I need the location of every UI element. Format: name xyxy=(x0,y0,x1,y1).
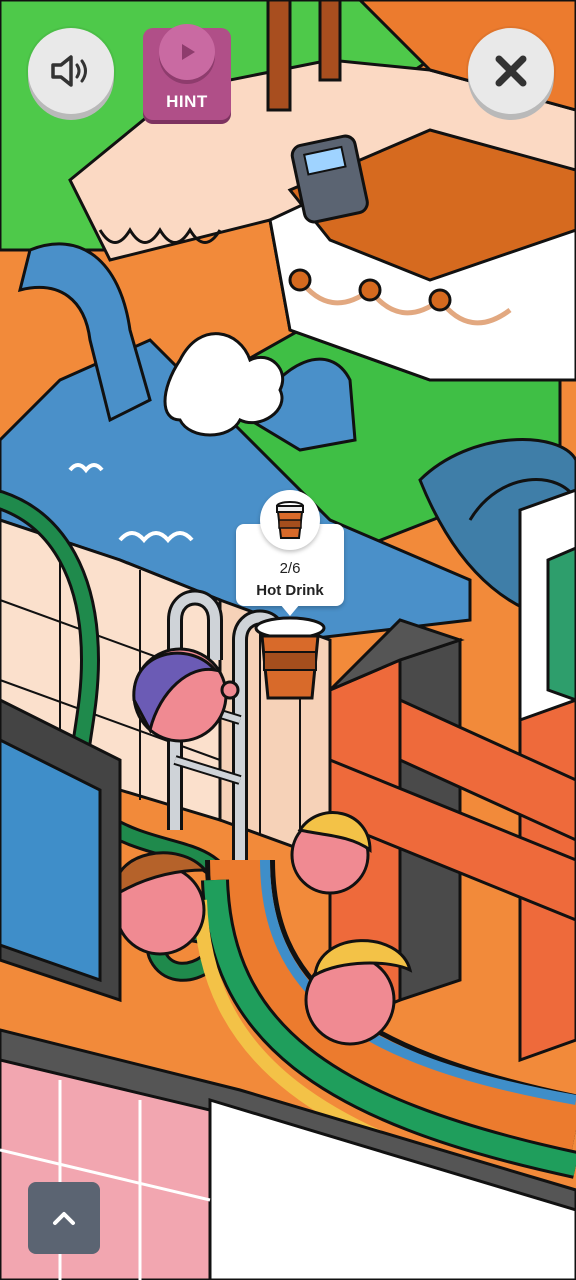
sound-button[interactable] xyxy=(28,28,114,114)
chevron-up-icon xyxy=(53,1212,75,1225)
hint-button[interactable]: HINT xyxy=(143,24,231,120)
target-name: Hot Drink xyxy=(256,582,324,599)
target-progress: 2/6 xyxy=(279,560,301,577)
scroll-up-button[interactable] xyxy=(28,1182,100,1254)
play-icon xyxy=(182,44,195,60)
hot-drink-object xyxy=(254,616,326,700)
game-scene[interactable] xyxy=(0,0,576,1280)
target-tooltip[interactable]: 2/6 Hot Drink xyxy=(236,490,344,616)
kid-head-3 xyxy=(113,851,209,956)
target-icon-badge xyxy=(260,490,320,550)
close-button[interactable] xyxy=(468,28,554,114)
hint-play-circle xyxy=(159,24,215,80)
kid-head-1 xyxy=(290,811,372,895)
close-icon xyxy=(495,55,527,87)
tooltip-arrow xyxy=(280,604,300,616)
coffee-cup-icon xyxy=(276,501,304,539)
speaker-icon xyxy=(51,55,87,87)
hint-label: HINT xyxy=(166,92,208,111)
